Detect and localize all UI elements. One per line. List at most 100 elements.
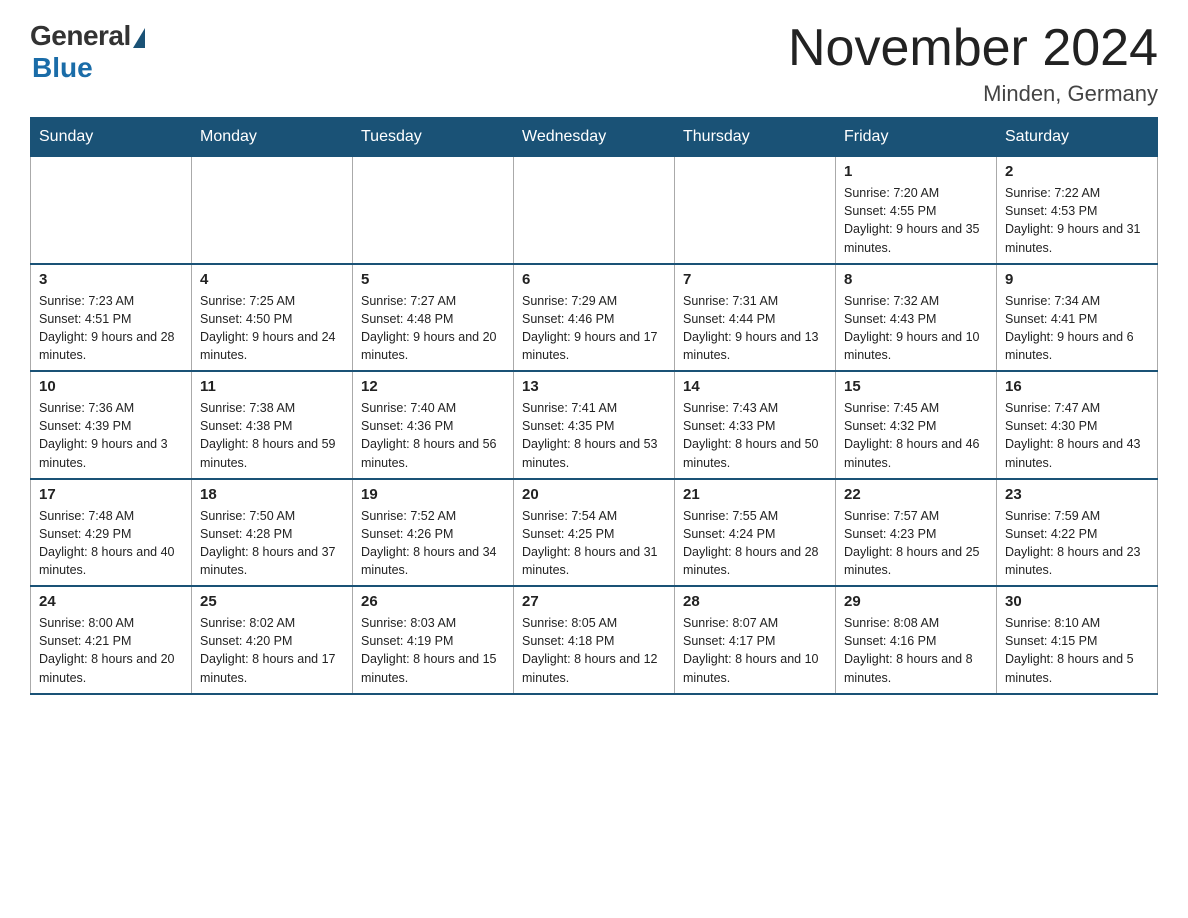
day-number: 11 (200, 378, 344, 395)
day-number: 6 (522, 271, 666, 288)
day-number: 28 (683, 593, 827, 610)
day-number: 16 (1005, 378, 1149, 395)
calendar-cell: 2 Sunrise: 7:22 AMSunset: 4:53 PMDaylight… (997, 157, 1158, 264)
day-info: Sunrise: 7:32 AMSunset: 4:43 PMDaylight:… (844, 292, 988, 365)
day-number: 4 (200, 271, 344, 288)
logo: General Blue (30, 20, 145, 84)
day-info: Sunrise: 8:07 AMSunset: 4:17 PMDaylight:… (683, 614, 827, 687)
logo-triangle-icon (133, 28, 145, 48)
day-number: 12 (361, 378, 505, 395)
calendar-cell: 7Sunrise: 7:31 AMSunset: 4:44 PMDaylight… (675, 264, 836, 372)
calendar-cell: 9Sunrise: 7:34 AMSunset: 4:41 PMDaylight… (997, 264, 1158, 372)
calendar-cell: 24Sunrise: 8:00 AMSunset: 4:21 PMDayligh… (31, 586, 192, 694)
day-number: 1 (844, 163, 988, 180)
day-number: 10 (39, 378, 183, 395)
calendar-cell: 19 Sunrise: 7:52 AMSunset: 4:26 PMDayligh… (353, 479, 514, 587)
day-info: Sunrise: 7:52 AMSunset: 4:26 PMDaylight:… (361, 507, 505, 580)
calendar-cell: 30 Sunrise: 8:10 AMSunset: 4:15 PMDayligh… (997, 586, 1158, 694)
calendar-cell: 27 Sunrise: 8:05 AMSunset: 4:18 PMDayligh… (514, 586, 675, 694)
day-info: Sunrise: 7:50 AMSunset: 4:28 PMDaylight:… (200, 507, 344, 580)
day-number: 23 (1005, 486, 1149, 503)
calendar-cell: 20 Sunrise: 7:54 AMSunset: 4:25 PMDayligh… (514, 479, 675, 587)
calendar-cell: 15 Sunrise: 7:45 AMSunset: 4:32 PMDayligh… (836, 371, 997, 479)
calendar-cell (514, 157, 675, 264)
calendar-body: 1 Sunrise: 7:20 AMSunset: 4:55 PMDaylight… (31, 157, 1158, 694)
calendar-table: SundayMondayTuesdayWednesdayThursdayFrid… (30, 117, 1158, 695)
calendar-cell: 21Sunrise: 7:55 AMSunset: 4:24 PMDayligh… (675, 479, 836, 587)
day-number: 17 (39, 486, 183, 503)
calendar-cell: 3 Sunrise: 7:23 AMSunset: 4:51 PMDaylight… (31, 264, 192, 372)
calendar-cell: 5 Sunrise: 7:27 AMSunset: 4:48 PMDaylight… (353, 264, 514, 372)
day-number: 19 (361, 486, 505, 503)
calendar-header: SundayMondayTuesdayWednesdayThursdayFrid… (31, 118, 1158, 157)
day-info: Sunrise: 8:05 AMSunset: 4:18 PMDaylight:… (522, 614, 666, 687)
day-info: Sunrise: 7:25 AMSunset: 4:50 PMDaylight:… (200, 292, 344, 365)
day-number: 20 (522, 486, 666, 503)
day-info: Sunrise: 7:20 AMSunset: 4:55 PMDaylight:… (844, 184, 988, 257)
day-info: Sunrise: 7:45 AMSunset: 4:32 PMDaylight:… (844, 399, 988, 472)
calendar-cell: 16 Sunrise: 7:47 AMSunset: 4:30 PMDayligh… (997, 371, 1158, 479)
day-info: Sunrise: 7:41 AMSunset: 4:35 PMDaylight:… (522, 399, 666, 472)
header-day-thursday: Thursday (675, 118, 836, 157)
calendar-cell: 17 Sunrise: 7:48 AMSunset: 4:29 PMDayligh… (31, 479, 192, 587)
header-day-monday: Monday (192, 118, 353, 157)
day-info: Sunrise: 7:47 AMSunset: 4:30 PMDaylight:… (1005, 399, 1149, 472)
day-number: 3 (39, 271, 183, 288)
day-number: 22 (844, 486, 988, 503)
day-info: Sunrise: 8:03 AMSunset: 4:19 PMDaylight:… (361, 614, 505, 687)
day-number: 14 (683, 378, 827, 395)
header-day-friday: Friday (836, 118, 997, 157)
calendar-week-1: 1 Sunrise: 7:20 AMSunset: 4:55 PMDaylight… (31, 157, 1158, 264)
day-info: Sunrise: 8:10 AMSunset: 4:15 PMDaylight:… (1005, 614, 1149, 687)
calendar-cell (675, 157, 836, 264)
page-header: General Blue November 2024 Minden, Germa… (30, 20, 1158, 107)
day-number: 25 (200, 593, 344, 610)
calendar-cell: 25Sunrise: 8:02 AMSunset: 4:20 PMDayligh… (192, 586, 353, 694)
day-number: 27 (522, 593, 666, 610)
day-number: 26 (361, 593, 505, 610)
calendar-cell: 29Sunrise: 8:08 AMSunset: 4:16 PMDayligh… (836, 586, 997, 694)
calendar-cell: 11 Sunrise: 7:38 AMSunset: 4:38 PMDayligh… (192, 371, 353, 479)
logo-blue-text: Blue (32, 52, 93, 84)
calendar-cell: 28 Sunrise: 8:07 AMSunset: 4:17 PMDayligh… (675, 586, 836, 694)
header-row: SundayMondayTuesdayWednesdayThursdayFrid… (31, 118, 1158, 157)
day-info: Sunrise: 7:34 AMSunset: 4:41 PMDaylight:… (1005, 292, 1149, 365)
title-block: November 2024 Minden, Germany (788, 20, 1158, 107)
calendar-cell: 10 Sunrise: 7:36 AMSunset: 4:39 PMDayligh… (31, 371, 192, 479)
header-day-tuesday: Tuesday (353, 118, 514, 157)
calendar-cell: 26 Sunrise: 8:03 AMSunset: 4:19 PMDayligh… (353, 586, 514, 694)
day-info: Sunrise: 7:23 AMSunset: 4:51 PMDaylight:… (39, 292, 183, 365)
day-number: 29 (844, 593, 988, 610)
day-number: 5 (361, 271, 505, 288)
day-number: 30 (1005, 593, 1149, 610)
day-number: 21 (683, 486, 827, 503)
header-day-saturday: Saturday (997, 118, 1158, 157)
day-info: Sunrise: 7:36 AMSunset: 4:39 PMDaylight:… (39, 399, 183, 472)
day-number: 2 (1005, 163, 1149, 180)
header-day-sunday: Sunday (31, 118, 192, 157)
calendar-cell: 23Sunrise: 7:59 AMSunset: 4:22 PMDayligh… (997, 479, 1158, 587)
day-info: Sunrise: 7:27 AMSunset: 4:48 PMDaylight:… (361, 292, 505, 365)
calendar-week-5: 24Sunrise: 8:00 AMSunset: 4:21 PMDayligh… (31, 586, 1158, 694)
day-number: 13 (522, 378, 666, 395)
day-info: Sunrise: 7:57 AMSunset: 4:23 PMDaylight:… (844, 507, 988, 580)
calendar-cell: 8Sunrise: 7:32 AMSunset: 4:43 PMDaylight… (836, 264, 997, 372)
calendar-cell: 14 Sunrise: 7:43 AMSunset: 4:33 PMDayligh… (675, 371, 836, 479)
calendar-week-3: 10 Sunrise: 7:36 AMSunset: 4:39 PMDayligh… (31, 371, 1158, 479)
calendar-cell: 6Sunrise: 7:29 AMSunset: 4:46 PMDaylight… (514, 264, 675, 372)
day-info: Sunrise: 7:43 AMSunset: 4:33 PMDaylight:… (683, 399, 827, 472)
day-info: Sunrise: 7:22 AMSunset: 4:53 PMDaylight:… (1005, 184, 1149, 257)
day-info: Sunrise: 7:38 AMSunset: 4:38 PMDaylight:… (200, 399, 344, 472)
day-info: Sunrise: 7:31 AMSunset: 4:44 PMDaylight:… (683, 292, 827, 365)
day-info: Sunrise: 7:48 AMSunset: 4:29 PMDaylight:… (39, 507, 183, 580)
location-text: Minden, Germany (788, 81, 1158, 107)
day-info: Sunrise: 8:00 AMSunset: 4:21 PMDaylight:… (39, 614, 183, 687)
day-number: 18 (200, 486, 344, 503)
day-info: Sunrise: 7:54 AMSunset: 4:25 PMDaylight:… (522, 507, 666, 580)
day-number: 15 (844, 378, 988, 395)
calendar-week-4: 17 Sunrise: 7:48 AMSunset: 4:29 PMDayligh… (31, 479, 1158, 587)
calendar-cell (31, 157, 192, 264)
logo-general-text: General (30, 20, 131, 52)
calendar-cell (192, 157, 353, 264)
day-info: Sunrise: 7:40 AMSunset: 4:36 PMDaylight:… (361, 399, 505, 472)
